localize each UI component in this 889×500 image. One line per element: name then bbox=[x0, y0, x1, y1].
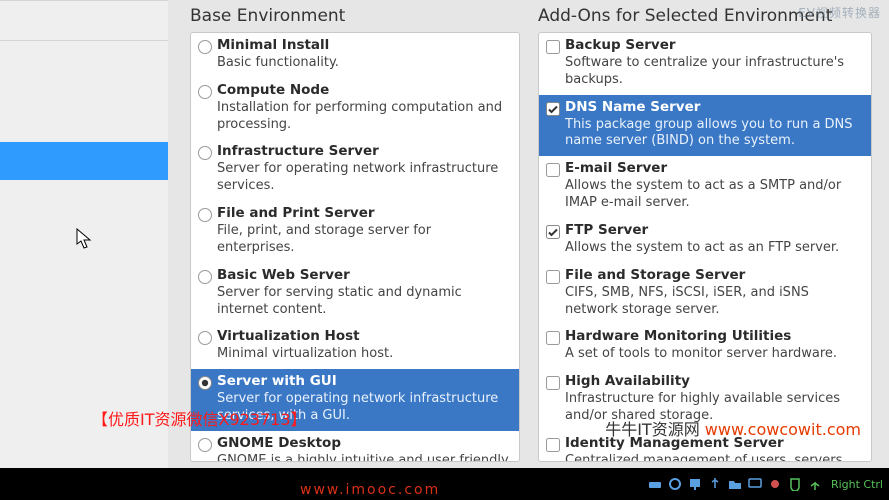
checkbox-icon[interactable] bbox=[545, 269, 561, 285]
vm-optical-icon bbox=[667, 476, 683, 492]
base-env-compute[interactable]: Compute NodeInstallation for performing … bbox=[191, 78, 519, 140]
base-environment-list[interactable]: Minimal InstallBasic functionality.Compu… bbox=[190, 32, 520, 462]
vm-usb-icon bbox=[707, 476, 723, 492]
env-name: Infrastructure Server bbox=[217, 143, 511, 160]
env-name: Basic Web Server bbox=[217, 267, 511, 284]
addon-desc: This package group allows you to run a D… bbox=[565, 117, 863, 151]
left-category-selected[interactable] bbox=[0, 142, 168, 180]
checkbox-icon[interactable] bbox=[545, 162, 561, 178]
env-name: Server with GUI bbox=[217, 373, 511, 390]
env-name: File and Print Server bbox=[217, 205, 511, 222]
watermark-topright: EV视频转换器 bbox=[798, 4, 881, 21]
addon-backup[interactable]: Backup ServerSoftware to centralize your… bbox=[539, 33, 871, 95]
env-name: GNOME Desktop bbox=[217, 435, 511, 452]
addon-name: Hardware Monitoring Utilities bbox=[565, 328, 863, 345]
addons-column: Add-Ons for Selected Environment Backup … bbox=[530, 0, 876, 468]
addon-name: FTP Server bbox=[565, 222, 863, 239]
base-env-virthost[interactable]: Virtualization HostMinimal virtualizatio… bbox=[191, 324, 519, 369]
radio-icon[interactable] bbox=[197, 330, 213, 346]
addon-dns[interactable]: DNS Name ServerThis package group allows… bbox=[539, 95, 871, 157]
watermark-bottomright: 牛牛IT资源网 www.cowcowit.com bbox=[605, 416, 861, 440]
addon-desc: Allows the system to act as an FTP serve… bbox=[565, 240, 863, 257]
checkbox-icon[interactable] bbox=[545, 330, 561, 346]
addon-name: DNS Name Server bbox=[565, 99, 863, 116]
env-desc: Server for operating network infrastruct… bbox=[217, 161, 511, 195]
radio-icon[interactable] bbox=[197, 84, 213, 100]
base-env-fileprint[interactable]: File and Print ServerFile, print, and st… bbox=[191, 201, 519, 263]
addon-desc: A set of tools to monitor server hardwar… bbox=[565, 346, 863, 363]
radio-icon[interactable] bbox=[197, 375, 213, 391]
software-selection-pane: Base Environment Minimal InstallBasic fu… bbox=[168, 0, 889, 468]
watermark-bottom-center: www.imooc.com bbox=[300, 482, 440, 498]
addon-name: High Availability bbox=[565, 373, 863, 390]
checkbox-icon[interactable] bbox=[545, 224, 561, 240]
addon-hwmon[interactable]: Hardware Monitoring UtilitiesA set of to… bbox=[539, 324, 871, 369]
env-desc: Server for serving static and dynamic in… bbox=[217, 285, 511, 319]
addon-name: E-mail Server bbox=[565, 160, 863, 177]
base-environment-column: Base Environment Minimal InstallBasic fu… bbox=[168, 0, 530, 468]
vm-network-icon bbox=[687, 476, 703, 492]
env-name: Virtualization Host bbox=[217, 328, 511, 345]
radio-icon[interactable] bbox=[197, 207, 213, 223]
vm-recording-icon bbox=[767, 476, 783, 492]
vm-hostkey-label: Right Ctrl bbox=[831, 478, 883, 491]
installer-window: Base Environment Minimal InstallBasic fu… bbox=[0, 0, 889, 468]
env-name: Compute Node bbox=[217, 82, 511, 99]
vm-hdd-icon bbox=[647, 476, 663, 492]
addon-desc: Centralized management of users, servers… bbox=[565, 453, 863, 462]
vm-statusbar: www.imooc.com Right Ctrl bbox=[0, 468, 889, 500]
vm-mouse-integration-icon bbox=[787, 476, 803, 492]
checkbox-icon[interactable] bbox=[545, 39, 561, 55]
radio-icon[interactable] bbox=[197, 437, 213, 453]
env-desc: Basic functionality. bbox=[217, 55, 511, 72]
addon-desc: CIFS, SMB, NFS, iSCSI, iSER, and iSNS ne… bbox=[565, 285, 863, 319]
addon-name: File and Storage Server bbox=[565, 267, 863, 284]
addon-ftp[interactable]: FTP ServerAllows the system to act as an… bbox=[539, 218, 871, 263]
addon-email[interactable]: E-mail ServerAllows the system to act as… bbox=[539, 156, 871, 218]
addon-filestor[interactable]: File and Storage ServerCIFS, SMB, NFS, i… bbox=[539, 263, 871, 325]
watermark-red-left: 【优质IT资源微信X923713】 bbox=[92, 406, 307, 430]
addon-name: Backup Server bbox=[565, 37, 863, 54]
checkbox-icon[interactable] bbox=[545, 375, 561, 391]
checkbox-icon[interactable] bbox=[545, 101, 561, 117]
base-environment-title: Base Environment bbox=[190, 6, 520, 26]
base-env-gnome[interactable]: GNOME DesktopGNOME is a highly intuitive… bbox=[191, 431, 519, 462]
addons-list[interactable]: Backup ServerSoftware to centralize your… bbox=[538, 32, 872, 462]
addon-desc: Allows the system to act as a SMTP and/o… bbox=[565, 178, 863, 212]
radio-icon[interactable] bbox=[197, 39, 213, 55]
env-desc: Minimal virtualization host. bbox=[217, 346, 511, 363]
env-desc: File, print, and storage server for ente… bbox=[217, 223, 511, 257]
base-env-minimal[interactable]: Minimal InstallBasic functionality. bbox=[191, 33, 519, 78]
env-desc: Installation for performing computation … bbox=[217, 100, 511, 134]
vm-shared-folder-icon bbox=[727, 476, 743, 492]
base-env-basicweb[interactable]: Basic Web ServerServer for serving stati… bbox=[191, 263, 519, 325]
env-name: Minimal Install bbox=[217, 37, 511, 54]
checkbox-icon[interactable] bbox=[545, 437, 561, 453]
radio-icon[interactable] bbox=[197, 145, 213, 161]
vm-hostkey-icon bbox=[807, 476, 823, 492]
vm-display-icon bbox=[747, 476, 763, 492]
base-env-infra[interactable]: Infrastructure ServerServer for operatin… bbox=[191, 139, 519, 201]
mouse-cursor-icon bbox=[76, 228, 92, 250]
radio-icon[interactable] bbox=[197, 269, 213, 285]
addon-desc: Software to centralize your infrastructu… bbox=[565, 55, 863, 89]
env-desc: GNOME is a highly intuitive and user fri… bbox=[217, 453, 511, 462]
